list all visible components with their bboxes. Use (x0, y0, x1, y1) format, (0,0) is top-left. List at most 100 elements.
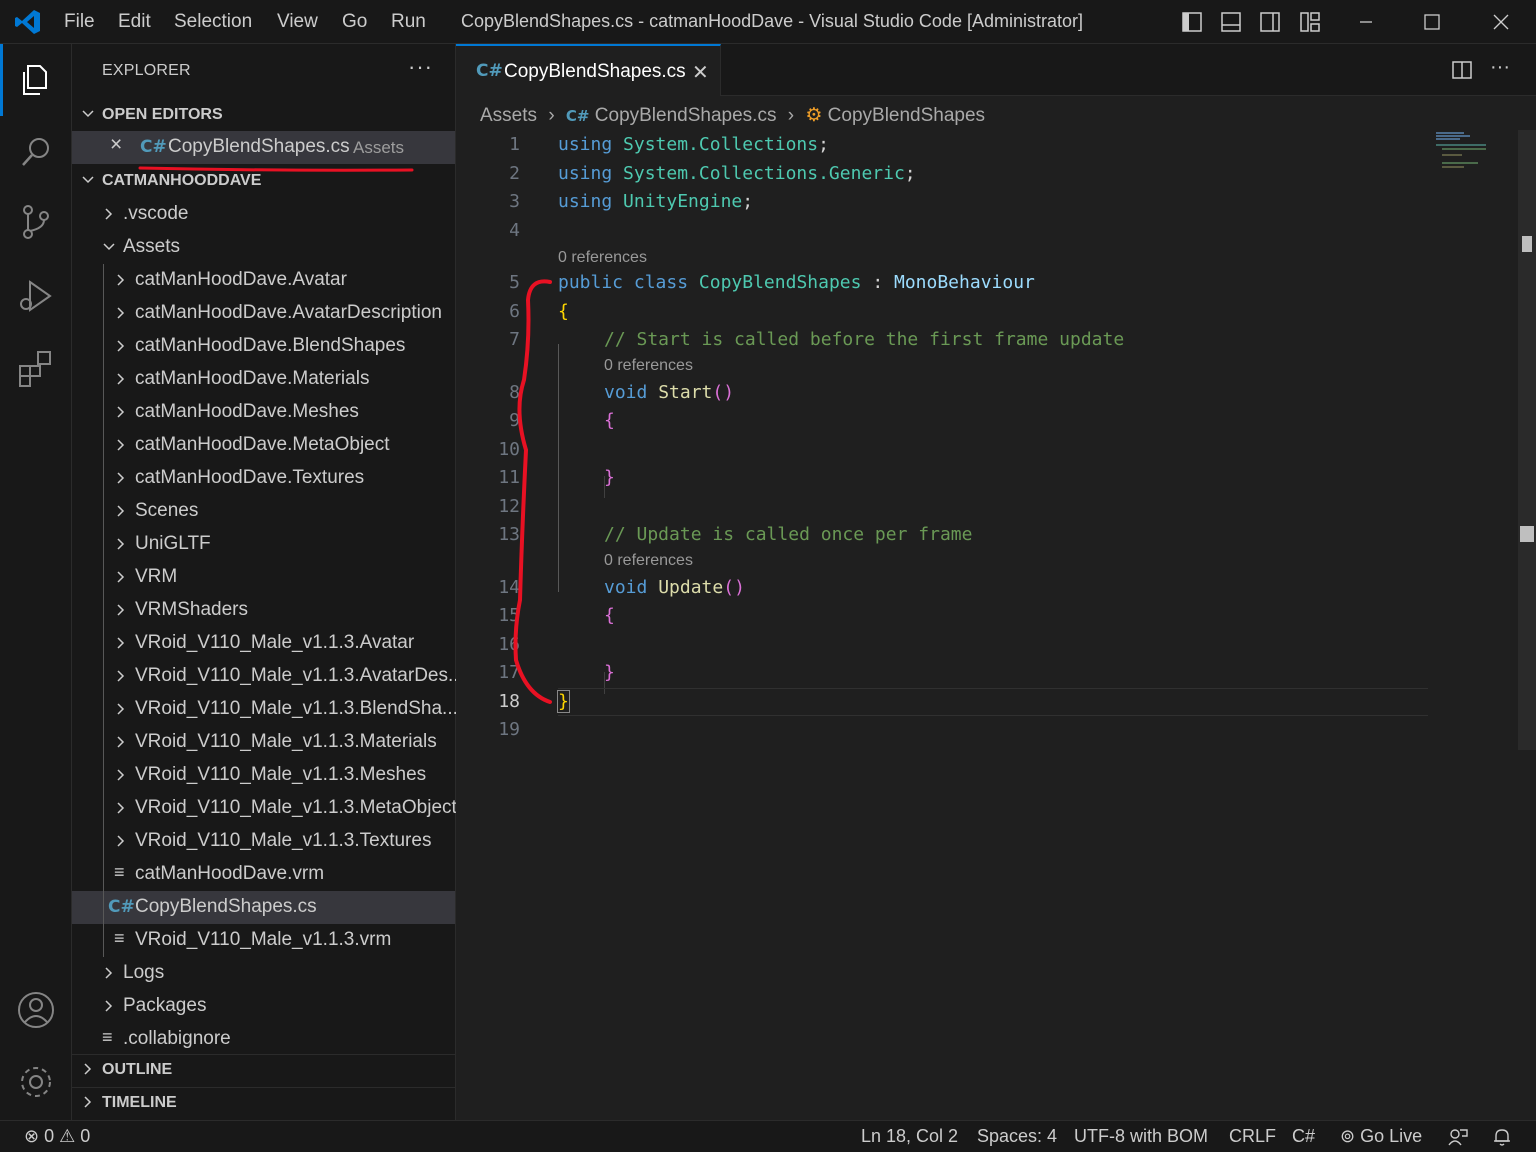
menu-edit[interactable]: Edit (118, 11, 151, 33)
code-line-8[interactable]: void Start() (604, 379, 734, 407)
customize-layout-icon[interactable] (1299, 11, 1321, 33)
tree-item[interactable]: VRoid_V110_Male_v1.1.3.Textures (72, 825, 455, 858)
timeline-section[interactable]: TIMELINE (72, 1087, 455, 1117)
language-mode[interactable]: C# (1292, 1126, 1315, 1147)
tree-item[interactable]: catManHoodDave.BlendShapes (72, 330, 455, 363)
open-editors-section[interactable]: OPEN EDITORS (72, 100, 455, 130)
toggle-secondary-sidebar-icon[interactable] (1259, 11, 1281, 33)
tree-item[interactable]: VRoid_V110_Male_v1.1.3.Materials (72, 726, 455, 759)
tree-item[interactable]: VRM (72, 561, 455, 594)
manage-gear-icon[interactable] (14, 1060, 58, 1104)
tree-item[interactable]: catManHoodDave.MetaObject (72, 429, 455, 462)
notifications-bell-icon[interactable] (1492, 1127, 1512, 1147)
accounts-icon[interactable] (14, 988, 58, 1032)
maximize-icon[interactable] (1420, 10, 1444, 34)
menu-view[interactable]: View (277, 11, 318, 33)
end-of-line[interactable]: CRLF (1229, 1126, 1276, 1147)
codelens-references[interactable]: 0 references (558, 249, 647, 267)
code-line-2[interactable]: using System.Collections.Generic; (558, 160, 916, 188)
code-line-14[interactable]: void Update() (604, 574, 745, 602)
code-line-15[interactable]: { (604, 602, 615, 630)
menu-file[interactable]: File (64, 11, 95, 33)
tree-indent-guide (103, 264, 104, 957)
run-debug-icon[interactable] (14, 274, 58, 318)
minimize-icon[interactable] (1354, 10, 1378, 34)
tree-item-label: catManHoodDave.Textures (135, 467, 365, 488)
tree-item[interactable]: catManHoodDave.Meshes (72, 396, 455, 429)
go-live-button[interactable]: ⊚ Go Live (1340, 1126, 1422, 1147)
tree-item[interactable]: catManHoodDave.AvatarDescription (72, 297, 455, 330)
codelens-references[interactable]: 0 references (604, 357, 693, 375)
menu-selection[interactable]: Selection (174, 11, 252, 33)
tree-item[interactable]: VRoid_V110_Male_v1.1.3.Avatar (72, 627, 455, 660)
menu-go[interactable]: Go (342, 11, 367, 33)
tree-item[interactable]: Assets (72, 231, 455, 264)
tree-item[interactable]: catManHoodDave.Materials (72, 363, 455, 396)
breadcrumb-symbol[interactable]: CopyBlendShapes (828, 105, 985, 126)
breadcrumb-folder[interactable]: Assets (480, 105, 537, 126)
tree-item[interactable]: catManHoodDave.Textures (72, 462, 455, 495)
tree-item[interactable]: Packages (72, 990, 455, 1023)
explorer-sidebar: EXPLORER ··· OPEN EDITORS × C# CopyBlend… (72, 44, 464, 1120)
indentation[interactable]: Spaces: 4 (977, 1126, 1057, 1147)
vertical-scrollbar[interactable] (1518, 130, 1536, 750)
tree-item[interactable]: VRMShaders (72, 594, 455, 627)
tree-item[interactable]: ≡ VRoid_V110_Male_v1.1.3.vrm (72, 924, 455, 957)
menu-run[interactable]: Run (391, 11, 426, 33)
chevron-right-icon (117, 670, 125, 682)
code-line-17[interactable]: } (604, 659, 615, 687)
code-line-1[interactable]: using System.Collections; (558, 131, 829, 159)
tree-item-label: catManHoodDave.MetaObject (135, 434, 390, 455)
code-line-9[interactable]: { (604, 407, 615, 435)
method-name: Start (658, 382, 713, 403)
code-line-11[interactable]: } (604, 464, 615, 492)
tree-item[interactable]: Logs (72, 957, 455, 990)
problems-indicator[interactable]: ⊗ 0 ⚠ 0 (24, 1126, 90, 1147)
code-line-3[interactable]: using UnityEngine; (558, 188, 753, 216)
extensions-icon[interactable] (14, 346, 58, 390)
encoding[interactable]: UTF-8 with BOM (1074, 1126, 1208, 1147)
tree-item[interactable]: Scenes (72, 495, 455, 528)
split-editor-icon[interactable] (1452, 60, 1472, 80)
open-editor-item[interactable]: × C# CopyBlendShapes.cs Assets (72, 131, 455, 164)
tab-copyblendshapes[interactable]: C# CopyBlendShapes.cs ✕ (456, 44, 721, 96)
base-class: MonoBehaviour (894, 272, 1035, 293)
tree-item-label: VRoid_V110_Male_v1.1.3.BlendSha... (135, 698, 458, 719)
outline-section[interactable]: OUTLINE (72, 1054, 455, 1084)
close-editor-icon[interactable]: × (110, 133, 122, 157)
more-actions-icon[interactable]: ··· (1490, 56, 1510, 79)
breadcrumb: Assets › C# CopyBlendShapes.cs › ⚙ CopyB… (480, 104, 985, 130)
tree-item[interactable]: VRoid_V110_Male_v1.1.3.Meshes (72, 759, 455, 792)
tree-item[interactable]: .vscode (72, 198, 455, 231)
tree-item[interactable]: VRoid_V110_Male_v1.1.3.BlendSha... (72, 693, 458, 726)
toggle-panel-icon[interactable] (1220, 11, 1242, 33)
tree-item[interactable]: VRoid_V110_Male_v1.1.3.AvatarDes... (72, 660, 464, 693)
breadcrumb-file[interactable]: CopyBlendShapes.cs (595, 105, 777, 126)
workspace-section[interactable]: CATMANHOODDAVE (72, 166, 455, 196)
tree-item[interactable]: UniGLTF (72, 528, 455, 561)
toggle-primary-sidebar-icon[interactable] (1181, 11, 1203, 33)
search-icon[interactable] (14, 130, 58, 174)
chevron-right-icon (105, 208, 113, 220)
tree-item[interactable]: ≡ .collabignore (72, 1023, 455, 1056)
source-control-icon[interactable] (14, 200, 58, 244)
minimap[interactable] (1432, 130, 1512, 180)
code-line-13[interactable]: // Update is called once per frame (604, 521, 972, 549)
namespace: UnityEngine (623, 191, 743, 212)
close-window-icon[interactable] (1489, 10, 1513, 34)
feedback-icon[interactable] (1448, 1127, 1468, 1147)
tree-item[interactable]: C# CopyBlendShapes.cs (72, 891, 455, 924)
code-line-5[interactable]: public class CopyBlendShapes : MonoBehav… (558, 269, 1035, 297)
tree-item[interactable]: VRoid_V110_Male_v1.1.3.MetaObject (72, 792, 457, 825)
cursor-position[interactable]: Ln 18, Col 2 (861, 1126, 958, 1147)
code-line-7[interactable]: // Start is called before the first fram… (604, 326, 1124, 354)
brace: } (604, 662, 615, 683)
close-tab-icon[interactable]: ✕ (692, 60, 709, 85)
tree-item[interactable]: ≡ catManHoodDave.vrm (72, 858, 455, 891)
tree-item[interactable]: catManHoodDave.Avatar (72, 264, 455, 297)
more-actions-icon[interactable]: ··· (408, 54, 433, 80)
code-line-18[interactable]: } (557, 688, 570, 716)
codelens-references[interactable]: 0 references (604, 552, 693, 570)
code-line-6[interactable]: { (558, 298, 569, 326)
explorer-files-icon[interactable] (14, 58, 58, 102)
